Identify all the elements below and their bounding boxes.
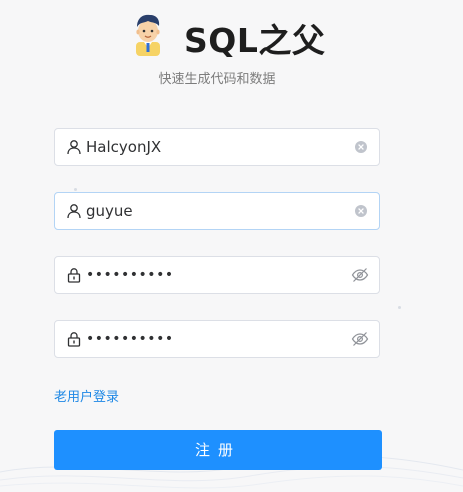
eye-off-icon[interactable] bbox=[351, 267, 369, 283]
confirm-password-field[interactable]: •••••••••• bbox=[54, 320, 380, 358]
lock-icon bbox=[67, 268, 81, 283]
app-title: SQL之父 bbox=[184, 21, 326, 60]
clear-icon[interactable] bbox=[354, 204, 368, 218]
eye-off-icon[interactable] bbox=[351, 331, 369, 347]
password-field[interactable]: •••••••••• bbox=[54, 256, 380, 294]
decorative-dot bbox=[398, 306, 401, 309]
username-value: HalcyonJX bbox=[86, 138, 162, 156]
user-icon bbox=[67, 140, 81, 155]
nickname-value: guyue bbox=[86, 202, 133, 220]
password-value: •••••••••• bbox=[86, 267, 174, 283]
decorative-dot bbox=[74, 188, 77, 191]
nickname-field[interactable]: guyue bbox=[54, 192, 380, 230]
header: SQL之父 快速生成代码和数据 bbox=[0, 0, 463, 90]
developer-avatar-logo bbox=[136, 14, 160, 56]
username-field[interactable]: HalcyonJX bbox=[54, 128, 380, 166]
user-icon bbox=[67, 204, 81, 219]
register-button[interactable]: 注册 bbox=[54, 430, 382, 470]
app-subtitle: 快速生成代码和数据 bbox=[158, 72, 276, 87]
lock-icon bbox=[67, 332, 81, 347]
existing-user-login-link[interactable]: 老用户登录 bbox=[54, 386, 119, 405]
confirm-password-value: •••••••••• bbox=[86, 331, 174, 347]
clear-icon[interactable] bbox=[354, 140, 368, 154]
